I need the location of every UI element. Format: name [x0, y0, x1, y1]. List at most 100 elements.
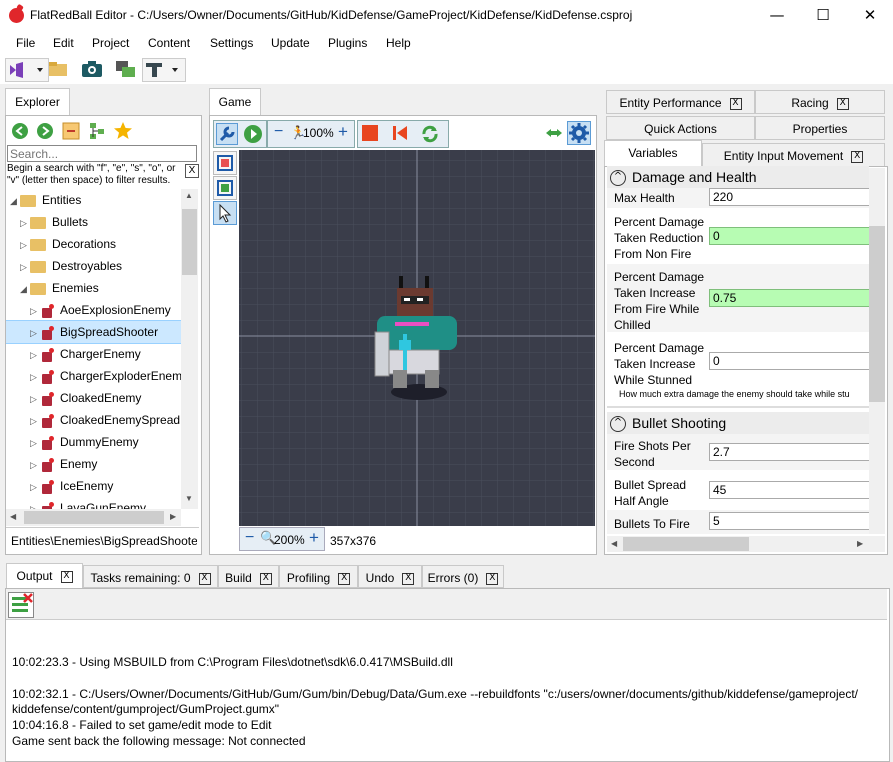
menu-project[interactable]: Project: [92, 36, 129, 50]
tree-vertical-scrollbar[interactable]: ▲ ▼: [181, 189, 198, 509]
close-icon[interactable]: X: [338, 572, 351, 585]
close-window-button[interactable]: ✕: [847, 0, 893, 32]
maximize-button[interactable]: ☐: [800, 0, 846, 32]
close-icon[interactable]: X: [60, 570, 73, 583]
menu-file[interactable]: File: [16, 36, 35, 50]
hint-close-button[interactable]: X: [185, 164, 199, 178]
open-folder-button[interactable]: [47, 58, 69, 80]
refresh-button[interactable]: [419, 123, 441, 145]
close-icon[interactable]: X: [198, 572, 211, 585]
collapsed-arrow-icon[interactable]: ▷: [20, 213, 30, 235]
tree-item[interactable]: ▷ CloakedEnemy: [6, 387, 182, 409]
menu-settings[interactable]: Settings: [210, 36, 253, 50]
game-settings-button[interactable]: [567, 121, 591, 145]
bottom-tab[interactable]: Build X: [218, 565, 279, 588]
viewport-zoom-out-button[interactable]: −: [245, 529, 254, 547]
section-damage-health[interactable]: ^ Damage and Health: [607, 166, 869, 188]
close-icon[interactable]: X: [836, 97, 849, 110]
zoom-in-button[interactable]: +: [338, 122, 348, 142]
menu-plugins[interactable]: Plugins: [328, 36, 367, 50]
variables-hscroll-thumb[interactable]: [623, 537, 749, 551]
max-health-input[interactable]: 220: [709, 188, 870, 206]
menu-help[interactable]: Help: [386, 36, 411, 50]
tree-item[interactable]: ▷ Destroyables: [6, 255, 182, 277]
collapse-all-button[interactable]: [61, 121, 81, 141]
favorites-button[interactable]: [113, 121, 133, 141]
collapsed-arrow-icon[interactable]: ▷: [30, 499, 40, 509]
close-icon[interactable]: X: [851, 150, 864, 163]
bullet-spread-input[interactable]: 45: [709, 481, 870, 499]
tree-item[interactable]: ▷ ChargerExploderEnemy: [6, 365, 182, 387]
screenshot-button[interactable]: [81, 58, 103, 80]
collapsed-arrow-icon[interactable]: ▷: [30, 455, 40, 477]
percent-damage-fire-input[interactable]: 0.75: [709, 289, 870, 307]
variables-horizontal-scrollbar[interactable]: ◀ ▶: [607, 536, 885, 552]
tree-item[interactable]: ◢ Entities: [6, 189, 182, 211]
collapsed-arrow-icon[interactable]: ▷: [30, 323, 40, 345]
tree-hscroll-thumb[interactable]: [24, 511, 164, 524]
back-button[interactable]: [10, 121, 30, 141]
tree-item[interactable]: ▷ CloakedEnemySpread: [6, 409, 182, 431]
collapsed-arrow-icon[interactable]: ▷: [30, 389, 40, 411]
tree-item[interactable]: ▷ DummyEnemy: [6, 431, 182, 453]
zoom-out-button[interactable]: −: [274, 123, 283, 141]
play-button[interactable]: [242, 123, 264, 145]
collapsed-arrow-icon[interactable]: ▷: [30, 345, 40, 367]
close-icon[interactable]: X: [259, 572, 272, 585]
tree-item[interactable]: ▷ IceEnemy: [6, 475, 182, 497]
variables-vertical-scrollbar[interactable]: [869, 168, 885, 534]
bottom-tab[interactable]: Output X: [6, 563, 83, 589]
tree-item[interactable]: ▷ LavaGunEnemy: [6, 497, 182, 509]
glue-tool-button[interactable]: [114, 58, 138, 80]
visual-studio-button[interactable]: [5, 58, 49, 82]
tree-scroll-thumb[interactable]: [182, 209, 197, 275]
tab-explorer[interactable]: Explorer: [5, 88, 70, 116]
tree-item[interactable]: ▷ Enemy: [6, 453, 182, 475]
select-tool-button[interactable]: [213, 201, 237, 225]
tree-item[interactable]: ▷ ChargerEnemy: [6, 343, 182, 365]
bottom-tab[interactable]: Undo X: [358, 565, 422, 588]
type-tool-button[interactable]: [142, 58, 186, 82]
tab-variables[interactable]: Variables: [604, 140, 702, 167]
menu-content[interactable]: Content: [148, 36, 190, 50]
collapsed-arrow-icon[interactable]: ▷: [30, 433, 40, 455]
tab-entity-performance[interactable]: Entity Performance X: [606, 90, 755, 114]
close-icon[interactable]: X: [729, 97, 742, 110]
tab-properties[interactable]: Properties: [755, 116, 885, 140]
tree-item[interactable]: ▷ AoeExplosionEnemy: [6, 299, 182, 321]
explorer-search-input[interactable]: [7, 145, 197, 162]
tree-item[interactable]: ▷ BigSpreadShooter: [6, 320, 182, 345]
clear-output-button[interactable]: [8, 592, 34, 618]
bottom-tab[interactable]: Errors (0) X: [422, 565, 504, 588]
close-icon[interactable]: X: [402, 572, 415, 585]
expanded-arrow-icon[interactable]: ◢: [10, 191, 20, 213]
edit-mode-button[interactable]: [216, 123, 238, 145]
game-viewport[interactable]: [239, 150, 595, 526]
minimize-button[interactable]: —: [754, 0, 800, 32]
tree-item[interactable]: ▷ Decorations: [6, 233, 182, 255]
viewport-zoom-in-button[interactable]: +: [309, 528, 319, 548]
bottom-tab[interactable]: Tasks remaining: 0 X: [83, 565, 218, 588]
variables-scroll-thumb[interactable]: [869, 226, 885, 402]
bullets-to-fire-input[interactable]: 5: [709, 512, 870, 530]
percent-damage-stunned-input[interactable]: 0: [709, 352, 870, 370]
expanded-arrow-icon[interactable]: ◢: [20, 279, 30, 301]
collapsed-arrow-icon[interactable]: ▷: [30, 301, 40, 323]
zoom-selection-button[interactable]: [213, 176, 237, 200]
collapsed-arrow-icon[interactable]: ▷: [20, 257, 30, 279]
diamond-arrow-icon[interactable]: [546, 126, 562, 140]
tab-game[interactable]: Game: [209, 88, 261, 116]
fire-shots-input[interactable]: 2.7: [709, 443, 870, 461]
bottom-tab[interactable]: Profiling X: [279, 565, 358, 588]
tree-horizontal-scrollbar[interactable]: ◀ ▶: [6, 509, 181, 526]
restart-button[interactable]: [391, 124, 409, 142]
collapsed-arrow-icon[interactable]: ▷: [30, 367, 40, 389]
menu-update[interactable]: Update: [271, 36, 310, 50]
close-icon[interactable]: X: [486, 572, 499, 585]
tab-entity-input-movement[interactable]: Entity Input Movement X: [702, 143, 885, 167]
percent-damage-reduction-input[interactable]: 0: [709, 227, 870, 245]
tree-item[interactable]: ▷ Bullets: [6, 211, 182, 233]
collapsed-arrow-icon[interactable]: ▷: [20, 235, 30, 257]
collapsed-arrow-icon[interactable]: ▷: [30, 477, 40, 499]
forward-button[interactable]: [35, 121, 55, 141]
